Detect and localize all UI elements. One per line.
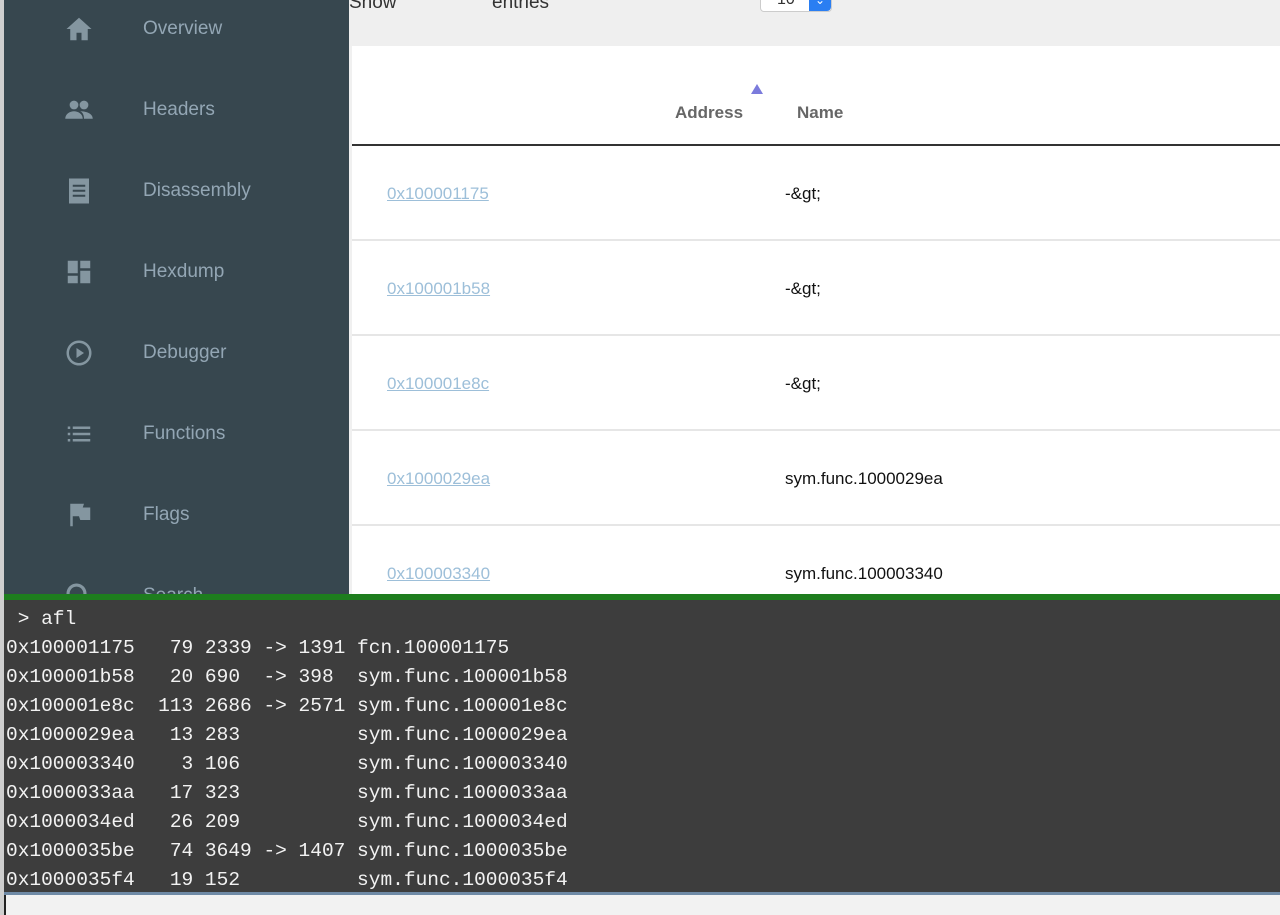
sort-ascending-icon (751, 84, 763, 94)
sidebar-item-search[interactable]: Search (4, 567, 349, 594)
address-link[interactable]: 0x100003340 (387, 564, 490, 584)
functions-table: Address Name 0x100001175 -&gt; 0x100001b58… (352, 46, 1280, 621)
sidebar-item-flags[interactable]: Flags (4, 486, 349, 546)
terminal-line: 0x100001e8c 113 2686 -> 2571 sym.func.10… (6, 695, 568, 717)
terminal-line: 0x1000033aa 17 323 sym.func.1000033aa (6, 782, 568, 804)
column-header-address[interactable]: Address (675, 103, 743, 123)
address-link[interactable]: 0x100001e8c (387, 374, 489, 394)
sidebar-item-headers[interactable]: Headers (4, 81, 349, 141)
terminal-line: 0x1000035f4 19 152 sym.func.1000035f4 (6, 869, 568, 891)
chevron-down-icon: ⌄ (809, 0, 831, 11)
sidebar-item-label: Disassembly (143, 180, 251, 201)
function-name: sym.func.100003340 (785, 564, 943, 583)
function-name: -&gt; (785, 279, 821, 298)
sidebar-item-overview[interactable]: Overview (4, 0, 349, 60)
address-link[interactable]: 0x100001175 (387, 184, 489, 204)
address-link[interactable]: 0x100001b58 (387, 279, 490, 299)
terminal-command: > afl (6, 608, 77, 630)
function-name: -&gt; (785, 184, 821, 203)
address-link[interactable]: 0x1000029ea (387, 469, 490, 489)
terminal-line: 0x1000034ed 26 209 sym.func.1000034ed (6, 811, 568, 833)
sidebar: Overview Headers Disassembly Hexdump Debugge… (4, 0, 349, 594)
terminal-line: 0x100001175 79 2339 -> 1391 fcn.10000117… (6, 637, 510, 659)
column-header-name[interactable]: Name (797, 103, 843, 123)
function-name: sym.func.1000029ea (785, 469, 943, 488)
entries-select[interactable]: 10 ⌄ (760, 0, 832, 12)
sidebar-item-label: Hexdump (143, 261, 225, 282)
sidebar-item-hexdump[interactable]: Hexdump (4, 243, 349, 303)
sidebar-item-label: Functions (143, 423, 226, 444)
table-row: 0x100001b58 -&gt; (352, 241, 1280, 336)
sidebar-item-label: Debugger (143, 342, 227, 363)
home-icon (66, 17, 92, 41)
show-label: Show (349, 0, 397, 13)
table-row: 0x100001175 -&gt; (352, 146, 1280, 241)
table-row: 0x1000029ea sym.func.1000029ea (352, 431, 1280, 526)
play-circle-icon (66, 340, 92, 366)
sidebar-item-functions[interactable]: Functions (4, 405, 349, 465)
sidebar-item-label: Overview (143, 18, 223, 39)
sidebar-item-label: Headers (143, 99, 215, 120)
terminal-line: 0x100001b58 20 690 -> 398 sym.func.10000… (6, 666, 568, 688)
sidebar-item-debugger[interactable]: Debugger (4, 324, 349, 384)
table-row: 0x100001e8c -&gt; (352, 336, 1280, 431)
list-icon (67, 426, 91, 442)
receipt-icon (69, 178, 89, 204)
function-name: -&gt; (785, 374, 821, 393)
dashboard-icon (67, 260, 91, 284)
sidebar-item-label: Flags (143, 504, 190, 525)
entries-value: 10 (777, 0, 795, 8)
entries-label: entries (492, 0, 550, 13)
search-icon (66, 583, 87, 594)
terminal-line: 0x100003340 3 106 sym.func.100003340 (6, 753, 568, 775)
terminal-output: > afl 0x100001175 79 2339 -> 1391 fcn.100… (4, 594, 1280, 895)
flag-icon (70, 503, 91, 527)
people-icon (65, 100, 93, 119)
terminal-text: > afl 0x100001175 79 2339 -> 1391 fcn.100… (4, 600, 1280, 895)
terminal-line: 0x1000029ea 13 283 sym.func.1000029ea (6, 724, 568, 746)
table-header: Address Name (352, 46, 1280, 146)
terminal-line: 0x1000035be 74 3649 -> 1407 sym.func.100… (6, 840, 568, 862)
command-input[interactable] (4, 895, 1280, 915)
table-length-control: Show 10 ⌄ entries (349, 0, 1280, 46)
sidebar-item-disassembly[interactable]: Disassembly (4, 162, 349, 222)
sidebar-item-label: Search (143, 585, 203, 594)
